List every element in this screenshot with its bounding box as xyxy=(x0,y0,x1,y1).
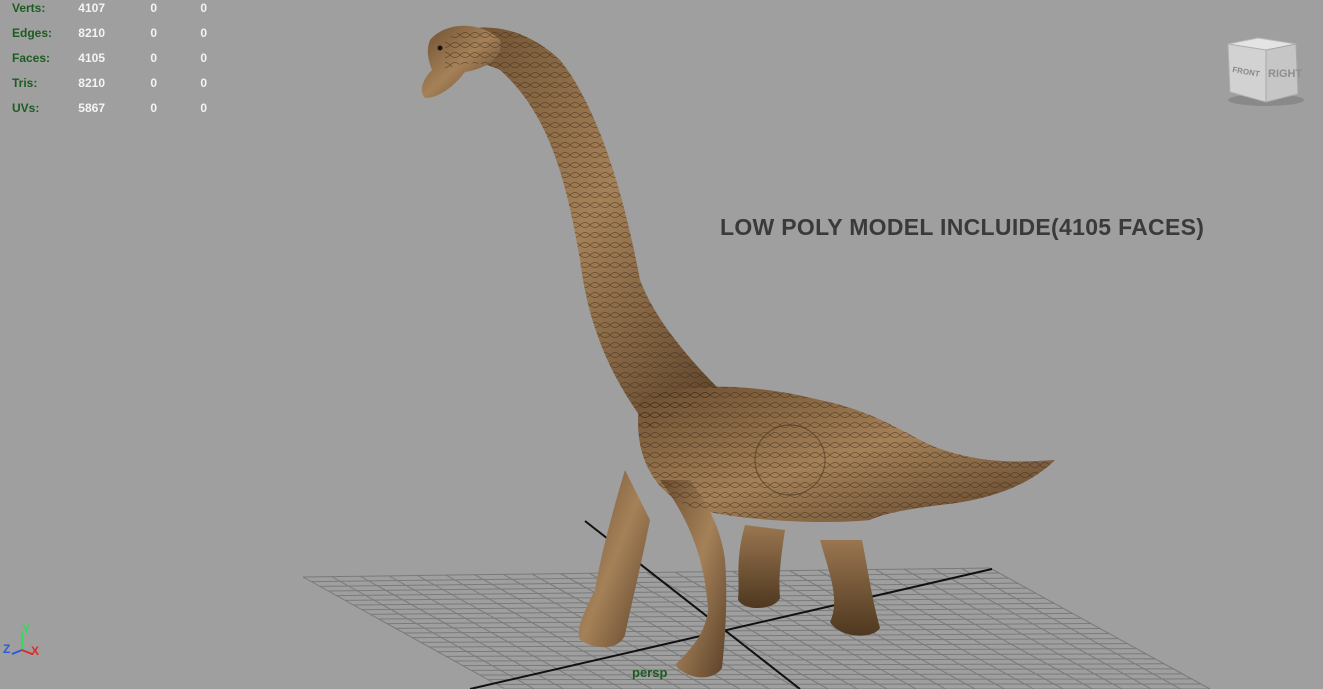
hud-value: 4105 xyxy=(78,51,105,65)
hud-value: 0 xyxy=(200,76,207,90)
axis-x-label: X xyxy=(31,644,40,658)
3d-viewport[interactable]: Verts: 4107 0 0 Edges: 8210 0 0 Faces: 4105 0 0 Tris… xyxy=(0,0,1323,689)
headline-text: LOW POLY MODEL INCLUIDE(4105 FACES) xyxy=(720,214,1205,240)
hud-label: Verts: xyxy=(12,1,46,15)
axis-y-label: Y xyxy=(22,622,31,636)
hud-value: 0 xyxy=(150,26,157,40)
hud-label: UVs: xyxy=(12,101,40,115)
hud-value: 0 xyxy=(150,1,157,15)
axis-z-label: Z xyxy=(3,642,11,656)
hud-value: 0 xyxy=(150,76,157,90)
viewcube-right-face-label: RIGHT xyxy=(1268,68,1303,80)
hud-label: Faces: xyxy=(12,51,51,65)
hud-label: Tris: xyxy=(12,76,38,90)
hud-value: 0 xyxy=(150,51,157,65)
hud-value: 0 xyxy=(200,1,207,15)
hud-value: 8210 xyxy=(78,76,105,90)
hud-value: 0 xyxy=(200,101,207,115)
camera-name-label: persp xyxy=(632,665,668,680)
hud-label: Edges: xyxy=(12,26,53,40)
hud-value: 0 xyxy=(150,101,157,115)
hud-value: 4107 xyxy=(78,1,105,15)
hud-value: 0 xyxy=(200,26,207,40)
axis-gizmo: Y Z X xyxy=(0,620,50,665)
view-cube[interactable]: FRONT RIGHT xyxy=(1218,30,1308,110)
hud-value: 5867 xyxy=(78,101,105,115)
hud-value: 8210 xyxy=(78,26,105,40)
hud-value: 0 xyxy=(200,51,207,65)
